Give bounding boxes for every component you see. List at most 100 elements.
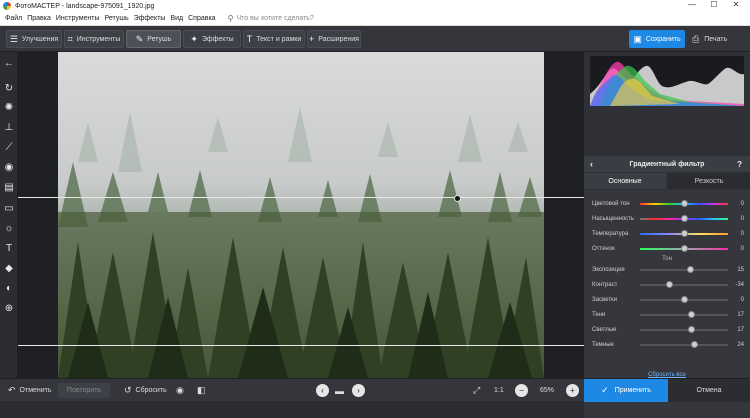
magic-wand-icon: ✦ [190,33,198,44]
save-button[interactable]: ▣ Сохранить [629,30,685,48]
brush-icon[interactable]: ⟋ [3,141,15,153]
histogram [590,56,744,106]
next-image-button[interactable]: › [352,384,365,397]
title-bar: ФотоМАСТЕР - landscape-975091_1920.jpg —… [0,0,750,12]
slider-value: 0 [740,216,744,222]
menu-effects[interactable]: Эффекты [134,15,166,22]
back-arrow-icon[interactable]: ← [3,57,15,69]
stamp-patch-icon[interactable]: ✺ [3,101,15,113]
rotate-icon[interactable]: ↻ [3,82,15,94]
slider-track[interactable] [640,326,728,333]
check-icon: ✓ [601,385,609,395]
slider-knob[interactable] [680,200,688,207]
panel-title: Градиентный фильтр [629,160,705,168]
floppy-disk-icon: ▣ [633,33,642,44]
slider-track[interactable] [640,266,728,273]
redo-button[interactable]: Повторить [58,383,110,398]
search-placeholder: Что вы хотите сделать? [236,15,314,22]
reset-button[interactable]: ↺ Сбросить [124,383,167,398]
brush-icon: ✎ [135,33,144,44]
tab-tools[interactable]: ⌗ Инструменты [64,30,124,48]
slider-knob[interactable] [680,215,688,222]
slider-track[interactable] [640,230,728,237]
close-window-button[interactable]: ✕ [726,0,746,9]
menu-view[interactable]: Вид [170,15,183,22]
tab-retouch[interactable]: ✎ Ретушь [126,30,181,48]
clone-stamp-icon[interactable]: ⊥ [3,121,15,133]
slider-row: Контраст -34 [592,280,744,290]
slider-track[interactable] [640,341,728,348]
slider-knob[interactable] [691,341,699,348]
slider-knob[interactable] [687,311,695,318]
preview-eye-icon[interactable]: ◉ [176,383,188,398]
zoom-in-button[interactable]: + [566,384,579,397]
slider-knob[interactable] [680,245,688,252]
portrait-icon[interactable]: ⊕ [3,302,15,314]
tab-sharpness[interactable]: Резкость [668,173,750,189]
maximize-button[interactable]: ☐ [704,0,724,9]
slider-knob[interactable] [665,281,673,288]
photo-preview[interactable] [58,52,544,378]
slider-track[interactable] [640,296,728,303]
menu-edit[interactable]: Правка [27,15,51,22]
slider-row: Температура 0 [592,229,744,239]
slider-track[interactable] [640,215,728,222]
crop-icon: ⌗ [67,33,73,44]
vignette-icon[interactable]: ▭ [3,202,15,214]
gradient-filter-icon[interactable]: ▤ [3,181,15,193]
slider-row: Цветовой тон 0 [592,199,744,209]
slider-knob[interactable] [687,326,695,333]
menu-file[interactable]: Файл [5,15,22,22]
forest-photo [58,52,544,378]
print-button[interactable]: ⎙ Печать [692,30,727,48]
sliders-icon: ☰ [9,33,18,44]
apply-button[interactable]: ✓ Применить [584,379,668,402]
slider-label: Темные [592,342,614,348]
gradient-filter-end-line[interactable] [18,345,584,346]
fill-bucket-icon[interactable]: ◆ [3,262,15,274]
minimize-button[interactable]: — [682,0,702,9]
back-chevron-icon[interactable]: ‹ [590,159,593,169]
zoom-1-1-button[interactable]: 1:1 [494,383,504,398]
slider-knob[interactable] [680,296,688,303]
reset-icon: ↺ [124,385,132,395]
text-icon: T [246,34,253,44]
radial-filter-icon[interactable]: ◉ [3,161,15,173]
text-tool-icon[interactable]: T [3,242,15,254]
tab-text-frames[interactable]: T Текст и рамки [243,30,305,48]
gradient-filter-handle[interactable] [454,195,461,202]
tab-enhancements[interactable]: ☰ Улучшения [6,30,62,48]
slider-track[interactable] [640,281,728,288]
slider-track[interactable] [640,245,728,252]
compare-icon[interactable]: ◧ [197,383,210,398]
slider-track[interactable] [640,311,728,318]
zoom-out-button[interactable]: − [515,384,528,397]
menu-retouch[interactable]: Ретушь [105,15,129,22]
slider-knob[interactable] [686,266,694,273]
slider-label: Контраст [592,282,618,288]
slider-row: Засветки 0 [592,295,744,305]
slider-label: Экспозиция [592,267,625,273]
tab-effects[interactable]: ✦ Эффекты [183,30,241,48]
slider-row: Светлые 17 [592,325,744,335]
undo-button[interactable]: ↶ Отменить [8,383,52,398]
help-icon[interactable]: ? [737,160,742,169]
gradient-filter-start-line[interactable] [18,197,584,198]
fit-screen-icon[interactable]: ⤢ [473,383,484,398]
slider-value: 0 [740,201,744,207]
main-toolbar: ☰ Улучшения ⌗ Инструменты ✎ Ретушь ✦ Эффекты… [0,26,750,52]
red-eye-icon[interactable]: ◐ [3,282,15,294]
menu-tools[interactable]: Инструменты [56,15,100,22]
app-logo-icon [3,2,11,10]
cancel-button[interactable]: Отмена [668,379,750,402]
slider-value: 15 [737,267,744,273]
tab-extensions[interactable]: + Расширения [307,30,361,48]
slider-track[interactable] [640,200,728,207]
folder-icon[interactable]: ▬ [335,383,348,398]
menu-help[interactable]: Справка [188,15,215,22]
prev-image-button[interactable]: ‹ [316,384,329,397]
command-search[interactable]: ⚲ Что вы хотите сделать? [228,14,314,23]
tab-basic[interactable]: Основные [584,173,666,189]
light-icon[interactable]: ☼ [3,222,15,234]
slider-knob[interactable] [680,230,688,237]
